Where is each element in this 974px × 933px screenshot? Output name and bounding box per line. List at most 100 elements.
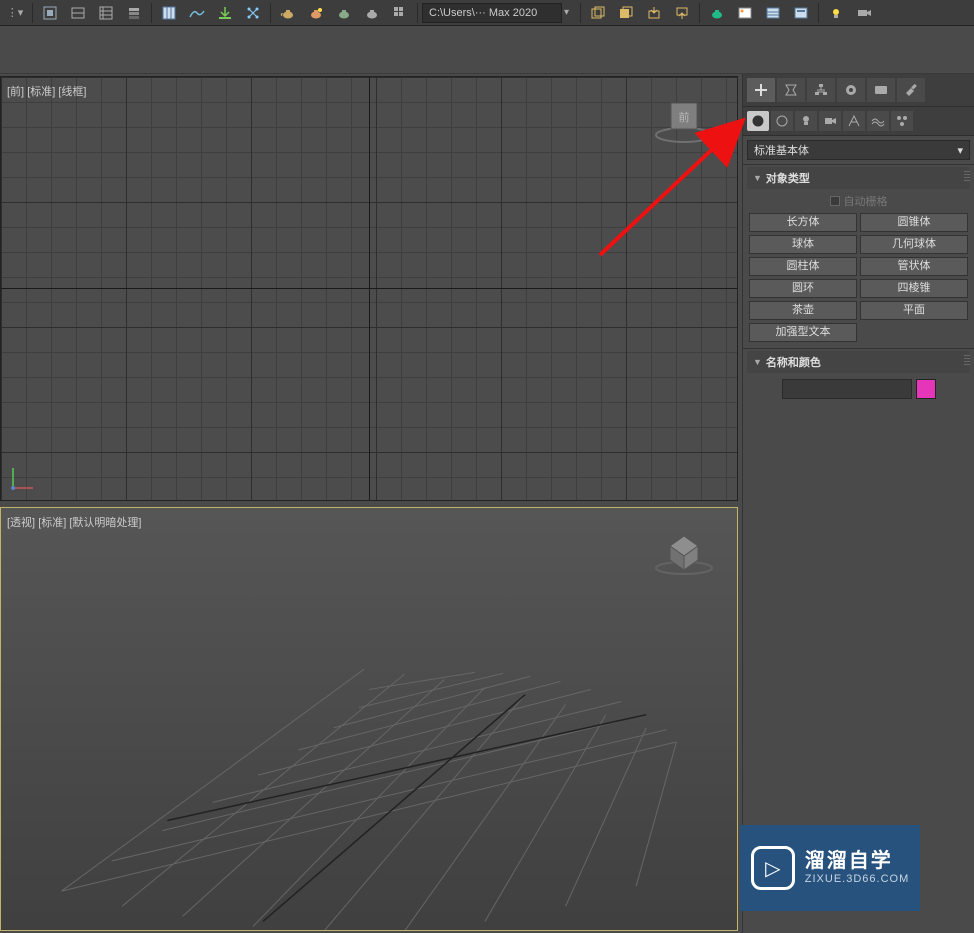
render-frame-icon[interactable] <box>760 2 786 24</box>
rollout-object-type: ▼ 对象类型 自动栅格 长方体 圆锥体 球体 几何球体 圆柱体 管状体 圆环 四… <box>743 164 974 348</box>
layer-tool-3[interactable] <box>641 2 667 24</box>
ribbon-band <box>0 26 974 74</box>
chevron-down-icon: ▾ <box>957 144 963 157</box>
geometry-subtab[interactable] <box>747 111 769 131</box>
pyramid-button[interactable]: 四棱锥 <box>860 279 968 298</box>
render-dialog-icon[interactable] <box>788 2 814 24</box>
tool-button-2[interactable] <box>65 2 91 24</box>
tool-button-1[interactable] <box>37 2 63 24</box>
autogrid-checkbox[interactable] <box>830 196 840 206</box>
cone-button[interactable]: 圆锥体 <box>860 213 968 232</box>
tool-button-5[interactable] <box>156 2 182 24</box>
geosphere-button[interactable]: 几何球体 <box>860 235 968 254</box>
spacewarps-subtab[interactable] <box>867 111 889 131</box>
viewport-front[interactable]: [前] [标准] [线框] 前 <box>0 76 738 501</box>
render-teapot-icon[interactable] <box>704 2 730 24</box>
path-dropdown-icon[interactable]: ▾ <box>564 7 576 18</box>
category-label: 标准基本体 <box>754 142 809 158</box>
teapot-tool-4[interactable] <box>359 2 385 24</box>
tool-button-6[interactable] <box>184 2 210 24</box>
watermark-play-icon: ▷ <box>751 846 795 890</box>
textplus-button[interactable]: 加强型文本 <box>749 323 857 342</box>
main-tabs <box>743 74 974 107</box>
color-swatch[interactable] <box>916 379 936 399</box>
autogrid-row: 自动栅格 <box>747 189 970 213</box>
viewport-perspective[interactable]: [透视] [标准] [默认明暗处理] <box>0 507 738 932</box>
lights-subtab[interactable] <box>795 111 817 131</box>
axis-gizmo <box>9 462 39 492</box>
name-color-row <box>747 373 970 401</box>
separator <box>270 3 271 23</box>
teapot-tool-3[interactable] <box>331 2 357 24</box>
viewcube-persp[interactable] <box>649 526 719 576</box>
rollout-title-object-type[interactable]: ▼ 对象类型 <box>747 167 970 189</box>
path-field[interactable]: C:\Users\··· Max 2020 <box>422 3 562 23</box>
display-tab[interactable] <box>867 78 895 102</box>
rollout-title-name-color[interactable]: ▼ 名称和颜色 <box>747 351 970 373</box>
tool-button-3[interactable] <box>93 2 119 24</box>
render-setup-icon[interactable] <box>732 2 758 24</box>
top-toolbar: ⋮▾ C:\Users\··· Max 2020 ▾ <box>0 0 974 26</box>
menu-dropdown-icon[interactable]: ⋮▾ <box>2 2 28 24</box>
separator <box>151 3 152 23</box>
torus-button[interactable]: 圆环 <box>749 279 857 298</box>
layer-tool-1[interactable] <box>585 2 611 24</box>
hierarchy-tab[interactable] <box>807 78 835 102</box>
watermark-title: 溜溜自学 <box>805 849 909 873</box>
svg-text:前: 前 <box>679 110 690 124</box>
tool-button-7[interactable] <box>212 2 238 24</box>
light-icon[interactable] <box>823 2 849 24</box>
create-tab[interactable] <box>747 78 775 102</box>
chevron-down-icon: ▼ <box>753 357 762 367</box>
layer-tool-4[interactable] <box>669 2 695 24</box>
rollout-name-color: ▼ 名称和颜色 <box>743 348 974 407</box>
viewport-container: [前] [标准] [线框] 前 <box>0 74 742 933</box>
modify-tab[interactable] <box>777 78 805 102</box>
category-dropdown[interactable]: 标准基本体 ▾ <box>747 140 970 160</box>
chevron-down-icon: ▼ <box>753 173 762 183</box>
sub-tabs <box>743 107 974 136</box>
autogrid-label: 自动栅格 <box>844 193 888 209</box>
category-dropdown-row: 标准基本体 ▾ <box>743 136 974 164</box>
teapot-tool-1[interactable] <box>275 2 301 24</box>
rollout-grip[interactable] <box>964 171 970 181</box>
axis-vertical <box>369 77 370 500</box>
box-button[interactable]: 长方体 <box>749 213 857 232</box>
motion-tab[interactable] <box>837 78 865 102</box>
watermark-sub: ZIXUE.3D66.COM <box>805 873 909 886</box>
teapot-button[interactable]: 茶壶 <box>749 301 857 320</box>
rollout-label: 对象类型 <box>766 170 810 186</box>
cylinder-button[interactable]: 圆柱体 <box>749 257 857 276</box>
path-text: C:\Users\··· Max 2020 <box>429 7 537 19</box>
separator <box>818 3 819 23</box>
utilities-tab[interactable] <box>897 78 925 102</box>
systems-subtab[interactable] <box>891 111 913 131</box>
perspective-grid <box>1 508 737 932</box>
separator <box>32 3 33 23</box>
camera-icon[interactable] <box>851 2 877 24</box>
cameras-subtab[interactable] <box>819 111 841 131</box>
main-area: [前] [标准] [线框] 前 <box>0 74 974 933</box>
separator <box>417 3 418 23</box>
viewcube[interactable]: 前 <box>649 95 719 145</box>
tool-button-grid[interactable] <box>387 2 413 24</box>
rollout-grip[interactable] <box>964 355 970 365</box>
object-button-grid: 长方体 圆锥体 球体 几何球体 圆柱体 管状体 圆环 四棱锥 茶壶 平面 加强型… <box>747 213 970 342</box>
watermark-text: 溜溜自学 ZIXUE.3D66.COM <box>805 849 909 886</box>
sphere-button[interactable]: 球体 <box>749 235 857 254</box>
separator <box>699 3 700 23</box>
rollout-label: 名称和颜色 <box>766 354 821 370</box>
separator <box>580 3 581 23</box>
viewport-label-front: [前] [标准] [线框] <box>7 83 87 99</box>
viewport-label-perspective: [透视] [标准] [默认明暗处理] <box>7 514 142 530</box>
object-name-input[interactable] <box>782 379 912 399</box>
tube-button[interactable]: 管状体 <box>860 257 968 276</box>
plane-button[interactable]: 平面 <box>860 301 968 320</box>
tool-button-8[interactable] <box>240 2 266 24</box>
layer-tool-2[interactable] <box>613 2 639 24</box>
shapes-subtab[interactable] <box>771 111 793 131</box>
helpers-subtab[interactable] <box>843 111 865 131</box>
teapot-tool-2[interactable] <box>303 2 329 24</box>
tool-button-4[interactable] <box>121 2 147 24</box>
watermark: ▷ 溜溜自学 ZIXUE.3D66.COM <box>740 825 920 911</box>
